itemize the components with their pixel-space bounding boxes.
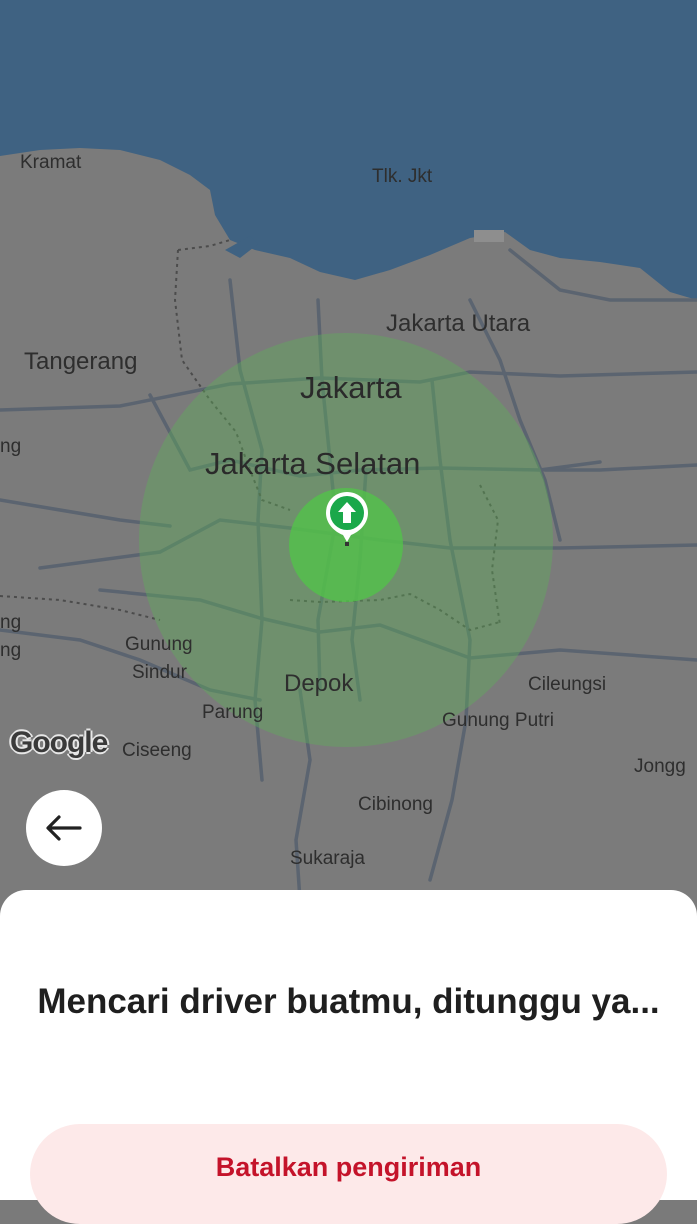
- map-label-sindur: Sindur: [132, 662, 187, 683]
- google-logo: Google: [10, 726, 108, 759]
- map-label-edge-ng-1: ng: [0, 436, 22, 457]
- map-label-cibinong: Cibinong: [358, 794, 433, 815]
- arrow-left-icon: [46, 815, 82, 841]
- map-label-depok: Depok: [284, 670, 354, 697]
- map-label-jakarta: Jakarta: [300, 370, 402, 405]
- map-label-jakarta-utara: Jakarta Utara: [386, 310, 531, 337]
- map-label-edge-ng-3: ng: [0, 640, 22, 661]
- cancel-delivery-button[interactable]: Batalkan pengiriman: [30, 1124, 667, 1224]
- map-label-jakarta-selatan: Jakarta Selatan: [205, 446, 421, 481]
- map-label-sukaraja: Sukaraja: [290, 848, 365, 869]
- map-label-gunung-putri: Gunung Putri: [442, 710, 554, 731]
- map-label-cileungsi: Cileungsi: [528, 674, 607, 695]
- map-label-tangerang: Tangerang: [24, 348, 138, 375]
- bottom-sheet: Mencari driver buatmu, ditunggu ya... Ba…: [0, 890, 697, 1224]
- location-pin-icon[interactable]: [324, 490, 370, 550]
- map-label-kramat: Kramat: [20, 152, 82, 173]
- back-button[interactable]: [26, 790, 102, 866]
- map-label-edge-ng-2: ng: [0, 612, 22, 633]
- map-label-tlk-jkt: Tlk. Jkt: [372, 166, 433, 187]
- map-label-gunung: Gunung: [125, 634, 193, 655]
- cancel-delivery-label: Batalkan pengiriman: [215, 1152, 482, 1182]
- map-view[interactable]: Kramat Tlk. Jkt Jakarta Utara Tangerang …: [0, 0, 697, 930]
- map-label-jonggol: Jongg: [634, 756, 686, 777]
- map-label-ciseeng: Ciseeng: [122, 740, 192, 761]
- searching-driver-title: Mencari driver buatmu, ditunggu ya...: [37, 982, 660, 1021]
- map-label-parung: Parung: [202, 702, 264, 723]
